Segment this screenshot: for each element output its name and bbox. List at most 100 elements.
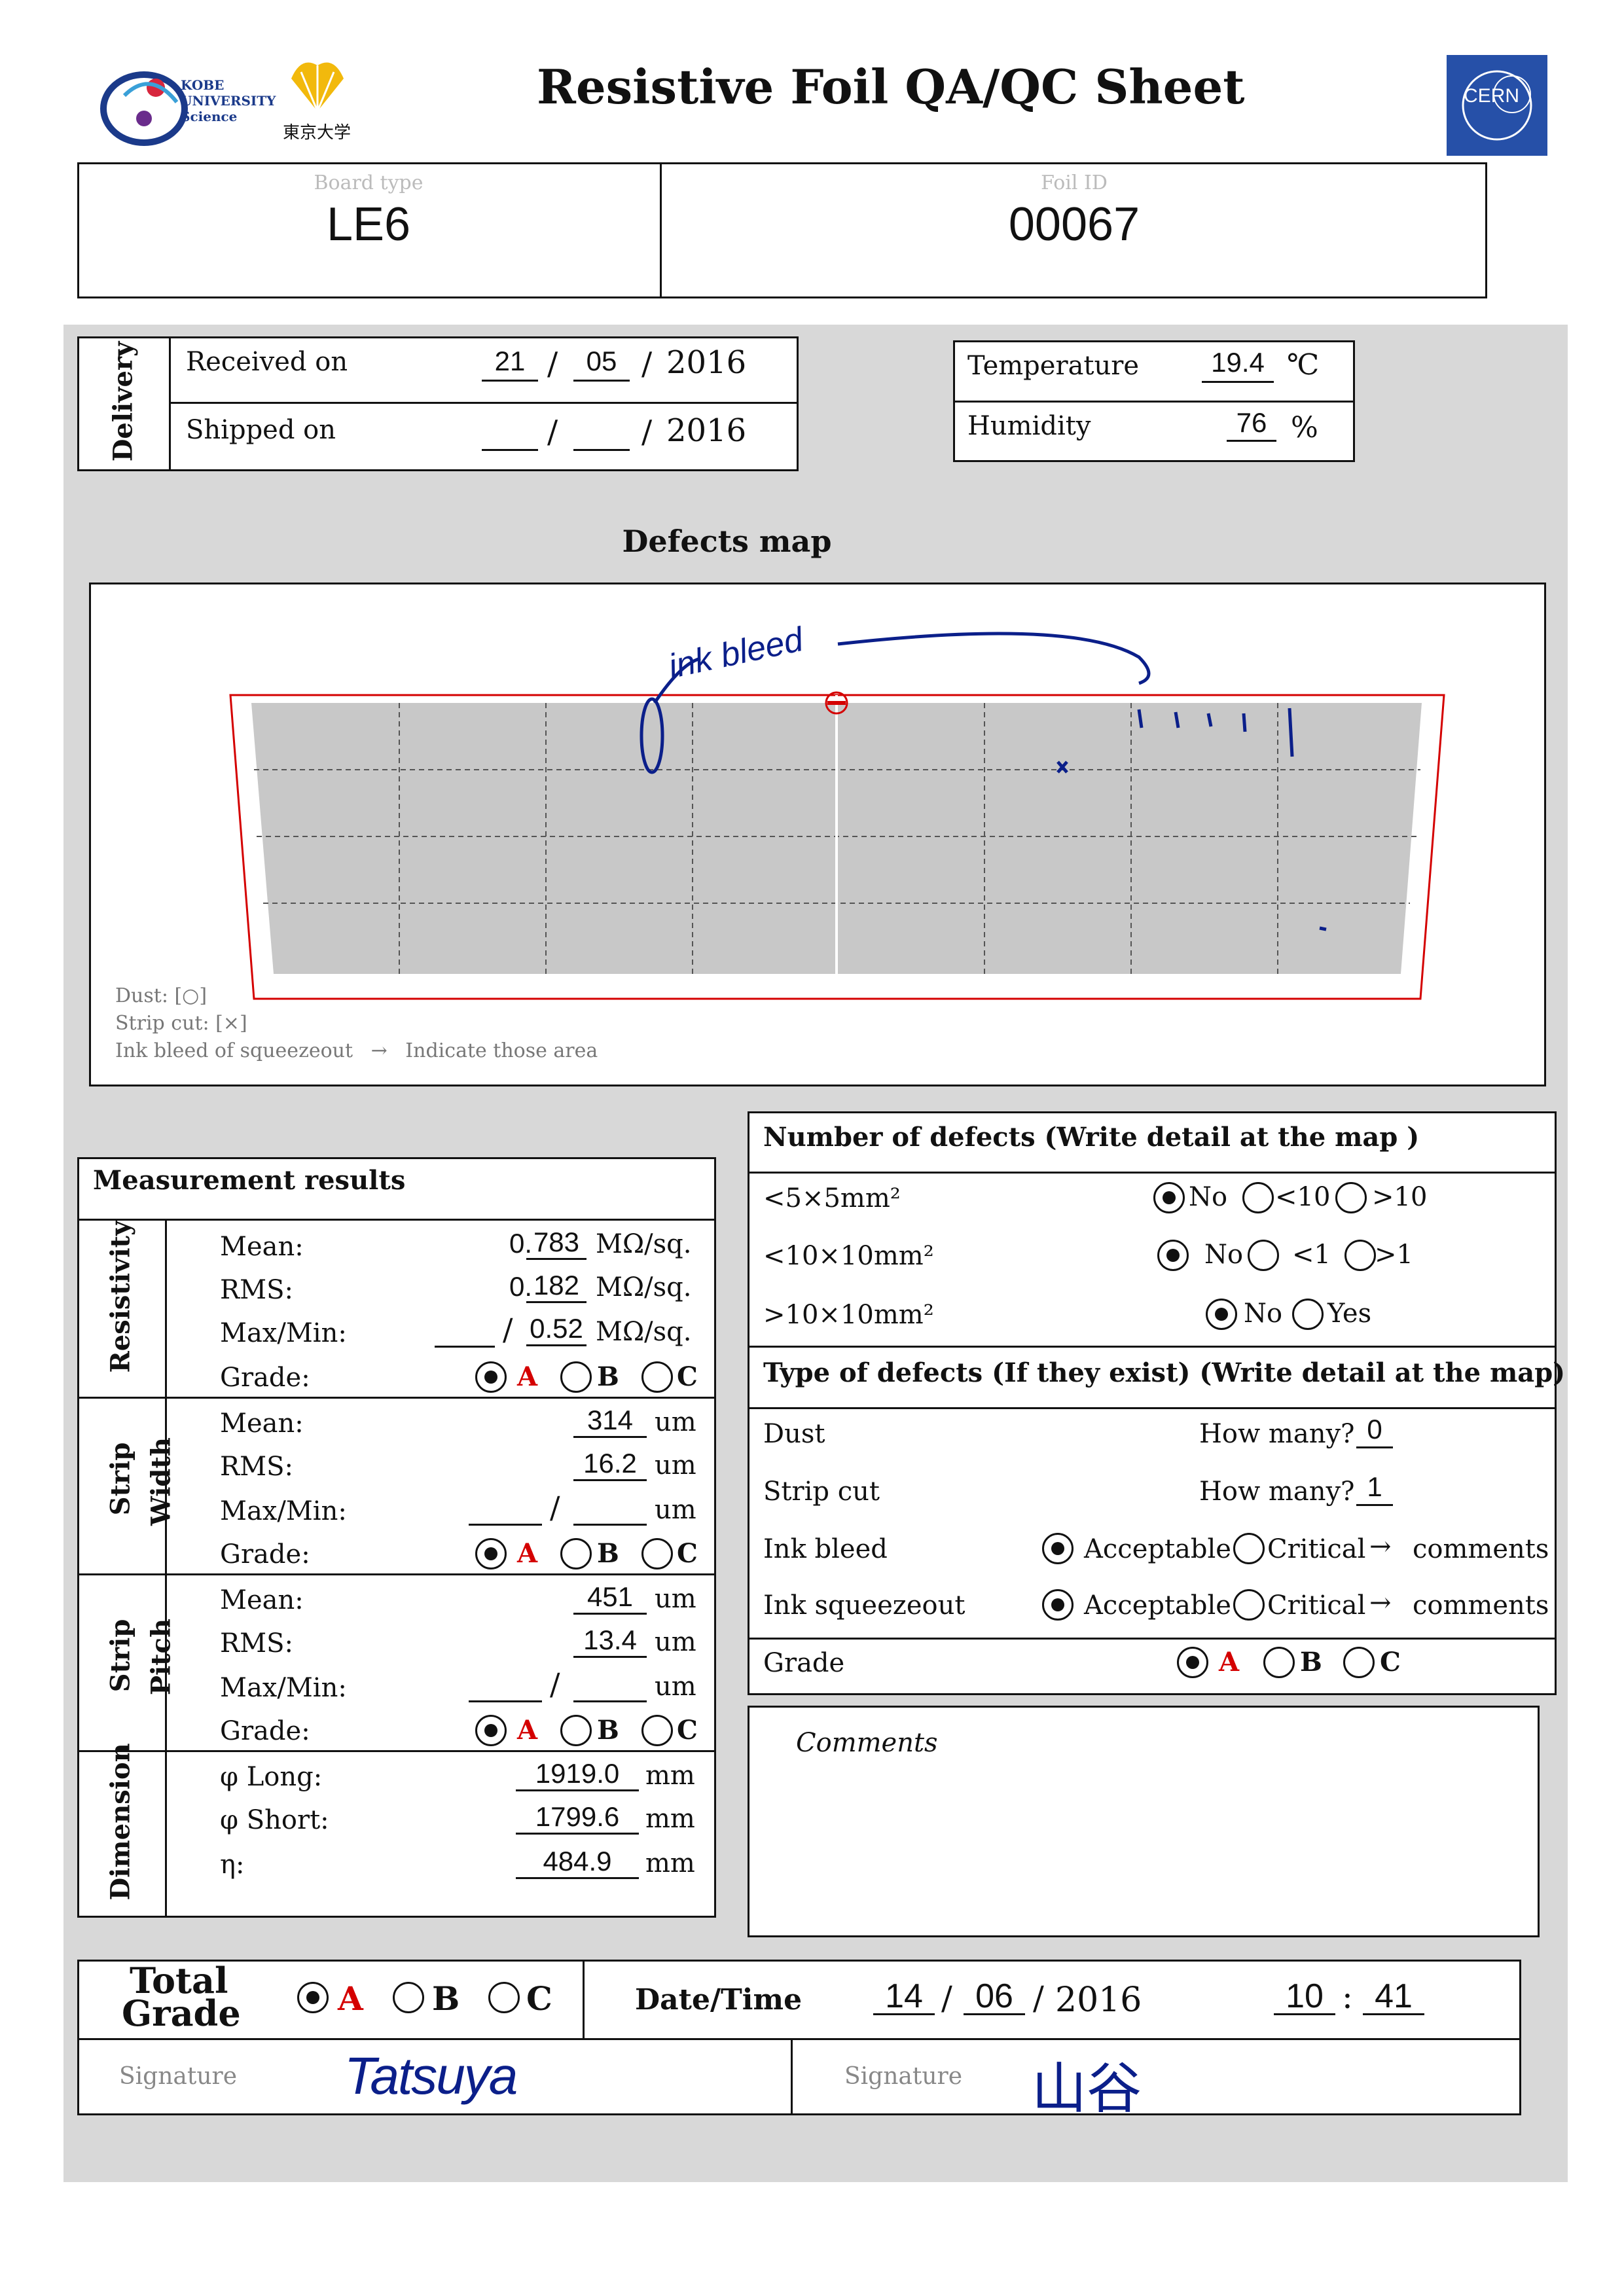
strip-cut-count[interactable]: 1 xyxy=(1356,1471,1393,1506)
sw-rms-value[interactable]: 16.2 xyxy=(573,1448,647,1481)
defects-count-title-divider xyxy=(749,1172,1555,1174)
row3-no-radio[interactable] xyxy=(1206,1299,1237,1330)
signature-2[interactable]: 山谷 xyxy=(1032,2045,1142,2124)
dim-short-value[interactable]: 1799.6 xyxy=(516,1801,639,1835)
res-min-value[interactable]: 0.52 xyxy=(526,1313,586,1346)
defect-row1-label: <5×5mm² xyxy=(763,1183,901,1213)
kobe-logo-text: KOBE UNIVERSITY Science xyxy=(181,77,276,124)
delivery-row-divider xyxy=(170,402,797,404)
measurement-label-divider xyxy=(165,1220,167,1916)
sp-grade-b-radio[interactable] xyxy=(560,1715,592,1746)
defect-grade-a-radio[interactable] xyxy=(1177,1647,1208,1678)
sw-maxmin-unit: um xyxy=(655,1495,696,1525)
sw-grade-b: B xyxy=(597,1538,619,1569)
ink-bleed-arrow: → xyxy=(1369,1532,1392,1562)
strip-width-label-2: Width xyxy=(145,1437,177,1526)
sp-rms-value[interactable]: 13.4 xyxy=(573,1624,647,1658)
legend-strip-cut: Strip cut: [×] xyxy=(115,1012,247,1035)
sw-min-value[interactable] xyxy=(573,1492,647,1526)
row2-gt1-radio[interactable] xyxy=(1344,1240,1376,1271)
row1-gt10: >10 xyxy=(1372,1182,1428,1212)
board-type-value[interactable]: LE6 xyxy=(77,198,660,251)
sp-min-value[interactable] xyxy=(573,1669,647,1702)
received-slash-2: / xyxy=(641,346,653,382)
measurement-title-divider xyxy=(79,1219,715,1221)
res-grade-b: B xyxy=(597,1361,619,1392)
sw-mean-label: Mean: xyxy=(220,1408,304,1439)
res-max-value[interactable] xyxy=(435,1314,495,1348)
total-grade-c: C xyxy=(526,1979,552,2018)
total-grade-label-2: Grade xyxy=(122,1992,241,2034)
total-grade-a-radio[interactable] xyxy=(297,1982,329,2013)
received-month[interactable]: 05 xyxy=(573,346,630,382)
ink-bleed-critical-radio[interactable] xyxy=(1233,1533,1265,1564)
res-grade-a-radio[interactable] xyxy=(475,1361,507,1393)
sw-grade-c-radio[interactable] xyxy=(641,1538,673,1570)
shipped-month[interactable] xyxy=(573,415,630,451)
humidity-value[interactable]: 76 xyxy=(1227,407,1276,442)
sp-maxmin-slash: / xyxy=(550,1666,560,1702)
received-day[interactable]: 21 xyxy=(482,346,538,382)
defect-types-title: Type of defects (If they exist) (Write d… xyxy=(763,1357,1566,1388)
dim-long-unit: mm xyxy=(645,1761,695,1791)
defect-grade-b-radio[interactable] xyxy=(1263,1647,1295,1678)
defect-row3-label: >10×10mm² xyxy=(763,1300,934,1330)
temperature-value[interactable]: 19.4 xyxy=(1202,347,1274,383)
page-title: Resistive Foil QA/QC Sheet xyxy=(537,59,1245,115)
foil-id-value[interactable]: 00067 xyxy=(661,198,1487,251)
time-hour[interactable]: 10 xyxy=(1274,1977,1335,2015)
res-grade-b-radio[interactable] xyxy=(560,1361,592,1393)
time-minute[interactable]: 41 xyxy=(1363,1977,1424,2015)
row2-no-radio[interactable] xyxy=(1157,1240,1189,1271)
row3-yes-radio[interactable] xyxy=(1292,1299,1324,1330)
res-mean-value[interactable]: 783 xyxy=(526,1227,586,1260)
total-grade-c-radio[interactable] xyxy=(488,1982,520,2013)
delivery-divider xyxy=(169,338,171,470)
date-month[interactable]: 06 xyxy=(964,1977,1025,2015)
dim-eta-value[interactable]: 484.9 xyxy=(516,1846,639,1879)
sw-maxmin-slash: / xyxy=(550,1490,560,1525)
received-year: 2016 xyxy=(666,344,747,381)
sw-grade-b-radio[interactable] xyxy=(560,1538,592,1570)
sw-max-value[interactable] xyxy=(469,1492,542,1526)
shipped-day[interactable] xyxy=(482,415,538,451)
dust-count[interactable]: 0 xyxy=(1356,1414,1393,1448)
squeezeout-critical-radio[interactable] xyxy=(1233,1589,1265,1621)
defect-grade-c-radio[interactable] xyxy=(1343,1647,1375,1678)
ink-bleed-acceptable-radio[interactable] xyxy=(1042,1533,1074,1564)
signature-1[interactable]: Tatsuya xyxy=(344,2046,518,2106)
row1-no-radio[interactable] xyxy=(1153,1182,1185,1213)
time-colon: : xyxy=(1342,1978,1353,2016)
dust-question: How many? xyxy=(1199,1419,1355,1449)
total-grade-a: A xyxy=(338,1979,363,2018)
defects-count-title: Number of defects (Write detail at the m… xyxy=(763,1122,1420,1153)
date-day[interactable]: 14 xyxy=(873,1977,935,2015)
defects-map-drawing[interactable] xyxy=(92,585,1545,1083)
sp-grade-c-radio[interactable] xyxy=(641,1715,673,1746)
sp-grade-a-radio[interactable] xyxy=(475,1715,507,1746)
legend-arrow: → xyxy=(370,1039,388,1062)
sw-grade-a-radio[interactable] xyxy=(475,1538,507,1570)
ink-bleed-label: Ink bleed xyxy=(763,1534,888,1564)
total-grade-b-radio[interactable] xyxy=(393,1982,424,2013)
res-grade-c-radio[interactable] xyxy=(641,1361,673,1393)
res-rms-value[interactable]: 182 xyxy=(526,1270,586,1303)
dim-eta-label: η: xyxy=(220,1850,245,1880)
sw-grade-c: C xyxy=(677,1538,698,1569)
received-label: Received on xyxy=(186,347,348,377)
signature-label-2: Signature xyxy=(844,2063,963,2090)
res-maxmin-unit: MΩ/sq. xyxy=(596,1317,692,1347)
dim-long-value[interactable]: 1919.0 xyxy=(516,1758,639,1791)
row1-gt10-radio[interactable] xyxy=(1335,1182,1367,1213)
squeezeout-arrow: → xyxy=(1369,1588,1392,1618)
row1-lt10-radio[interactable] xyxy=(1242,1182,1274,1213)
sp-mean-value[interactable]: 451 xyxy=(573,1581,647,1615)
row2-lt1-radio[interactable] xyxy=(1248,1240,1279,1271)
sp-max-value[interactable] xyxy=(469,1669,542,1702)
environment-divider xyxy=(954,401,1354,403)
sw-mean-value[interactable]: 314 xyxy=(573,1405,647,1438)
squeezeout-acceptable-radio[interactable] xyxy=(1042,1589,1074,1621)
sp-mean-label: Mean: xyxy=(220,1585,304,1615)
humidity-label: Humidity xyxy=(967,411,1091,441)
res-rms-unit: MΩ/sq. xyxy=(596,1272,692,1302)
